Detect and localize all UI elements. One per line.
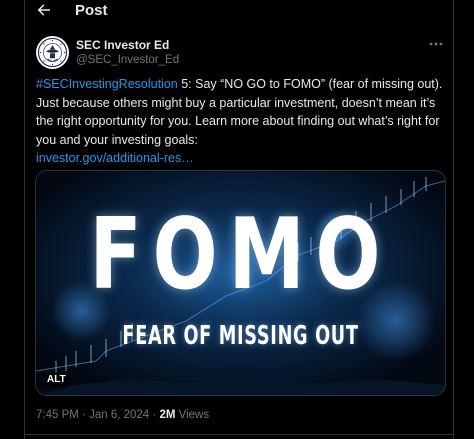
post-page: Post SEC Investor Ed @SEC_Investor_Ed #S…: [24, 0, 454, 439]
sec-seal-icon: [36, 36, 69, 69]
top-bar: Post: [25, 0, 453, 24]
external-link[interactable]: investor.gov/additional-res…: [36, 151, 194, 165]
hashtag-link[interactable]: #SECInvestingResolution: [36, 77, 178, 91]
divider: [25, 434, 453, 435]
meta-separator: ·: [82, 409, 86, 421]
alt-text-badge[interactable]: ALT: [43, 372, 70, 387]
views-label: Views: [178, 409, 210, 421]
post-time[interactable]: 7:45 PM: [36, 409, 79, 421]
author-name[interactable]: SEC Investor Ed: [76, 38, 169, 52]
meta-separator-2: ·: [152, 409, 157, 421]
avatar[interactable]: [36, 36, 69, 69]
post-meta: 7:45 PM · Jan 6, 2024 · 2M Views: [36, 409, 209, 421]
post-image[interactable]: FOMO FEAR OF MISSING OUT ALT: [35, 170, 446, 396]
views-count: 2M: [159, 409, 176, 421]
more-dots-icon: [429, 42, 443, 46]
author-handle[interactable]: @SEC_Investor_Ed: [76, 54, 179, 66]
post-date[interactable]: Jan 6, 2024: [89, 409, 149, 421]
back-button[interactable]: [35, 1, 55, 21]
post-text: #SECInvestingResolution 5: Say “NO GO to…: [36, 75, 448, 168]
more-options-button[interactable]: [426, 36, 446, 52]
image-title: FOMO: [89, 198, 392, 312]
page-title: Post: [75, 2, 108, 19]
arrow-left-icon: [37, 4, 50, 16]
post-author: SEC Investor Ed @SEC_Investor_Ed: [36, 36, 446, 70]
image-subtitle: FEAR OF MISSING OUT: [122, 321, 359, 351]
